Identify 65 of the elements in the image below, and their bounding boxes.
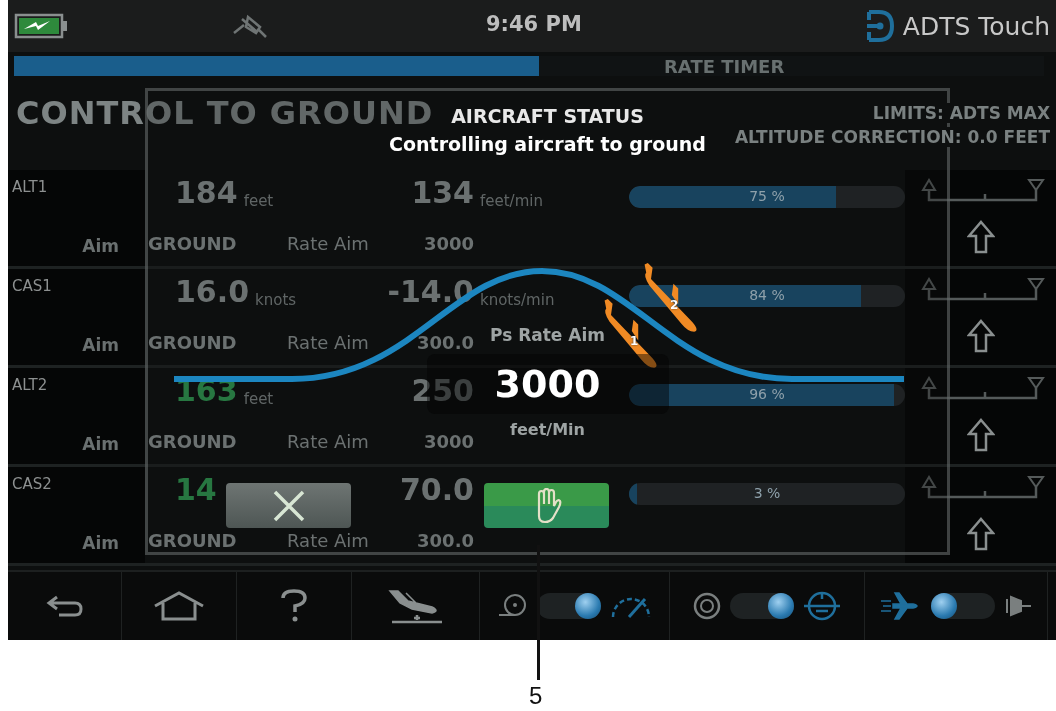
back-icon <box>44 593 85 619</box>
help-icon <box>279 588 309 624</box>
channel-name: ALT2 <box>12 376 49 394</box>
value-unit: feet <box>243 390 274 408</box>
rate-aim-unit: feet/Min <box>510 420 585 439</box>
home-icon <box>153 590 205 622</box>
pressure-gauge-icon <box>496 593 529 619</box>
rate-aim-label: Rate Aim <box>287 431 369 452</box>
rate-timer-label: RATE TIMER <box>664 56 785 77</box>
battery-icon <box>14 13 70 39</box>
clock-time: 9:46 PM <box>486 12 582 36</box>
aim-label: Aim <box>82 236 119 256</box>
toggle-switch[interactable] <box>931 593 995 619</box>
rate-value: 134 <box>411 175 474 210</box>
callout-number: 5 <box>529 682 543 710</box>
mode-title: CONTROL TO GROUND <box>16 94 434 132</box>
rate-aim-number: 3000 <box>494 362 601 406</box>
rate-aim-value: 3000 <box>423 233 474 254</box>
arrow-up-icon[interactable] <box>966 319 995 353</box>
brand-name: ADTS Touch <box>902 11 1050 41</box>
aim-value: GROUND <box>148 233 237 254</box>
aim-value: GROUND <box>148 530 237 551</box>
aim-value: GROUND <box>148 431 237 452</box>
logo-icon <box>864 9 895 43</box>
aim-label: Aim <box>82 335 119 355</box>
channel-name: CAS2 <box>12 475 53 493</box>
hold-button[interactable] <box>484 483 609 528</box>
aircraft-number: 1 <box>630 334 639 348</box>
channel-name: ALT1 <box>12 178 49 196</box>
dialog-title: AIRCRAFT STATUS <box>451 105 644 127</box>
rate-aim-label: Rate Aim <box>287 530 369 551</box>
rate-unit: feet/min <box>480 192 543 210</box>
arrow-up-icon[interactable] <box>966 220 995 254</box>
value-unit: knots <box>255 291 297 309</box>
aircraft-number: 2 <box>670 298 679 312</box>
altitude-correction-label: ALTITUDE CORRECTION: 0.0 FEET <box>732 127 1052 147</box>
rate-value: 70.0 <box>399 472 474 507</box>
channel-name: CAS1 <box>12 277 53 295</box>
rate-aim-value: 3000 <box>423 431 474 452</box>
percent-reading: 75 % <box>749 188 785 204</box>
rate-aim-value: 300.0 <box>417 332 474 353</box>
toggle-switch[interactable] <box>730 593 794 619</box>
channel-value: 16.0 <box>175 274 250 309</box>
arrow-up-icon[interactable] <box>966 517 995 551</box>
aim-label: Aim <box>82 533 119 553</box>
rate-aim-label: Rate Aim <box>287 332 369 353</box>
percent-reading: 84 % <box>749 287 785 303</box>
percent-reading: 96 % <box>749 386 785 402</box>
dial-icon <box>692 591 722 621</box>
rate-aim-label: Rate Aim <box>287 233 369 254</box>
aim-value: GROUND <box>148 332 237 353</box>
attitude-indicator-icon <box>802 589 842 623</box>
rate-aim-value: 300.0 <box>417 530 474 551</box>
cancel-button[interactable] <box>226 483 351 528</box>
dialog-message: Controlling aircraft to ground <box>389 133 706 155</box>
rate-aim-title: Ps Rate Aim <box>489 325 605 345</box>
channel-value: 184 <box>175 175 238 210</box>
aim-label: Aim <box>82 434 119 454</box>
close-icon <box>271 488 306 523</box>
arrow-up-icon[interactable] <box>966 418 995 452</box>
rate-value: 250 <box>411 373 474 408</box>
value-unit: feet <box>243 192 274 210</box>
rate-unit: knots/min <box>480 291 555 309</box>
percent-reading: 3 % <box>753 485 781 501</box>
channel-value: 14 <box>175 472 217 507</box>
